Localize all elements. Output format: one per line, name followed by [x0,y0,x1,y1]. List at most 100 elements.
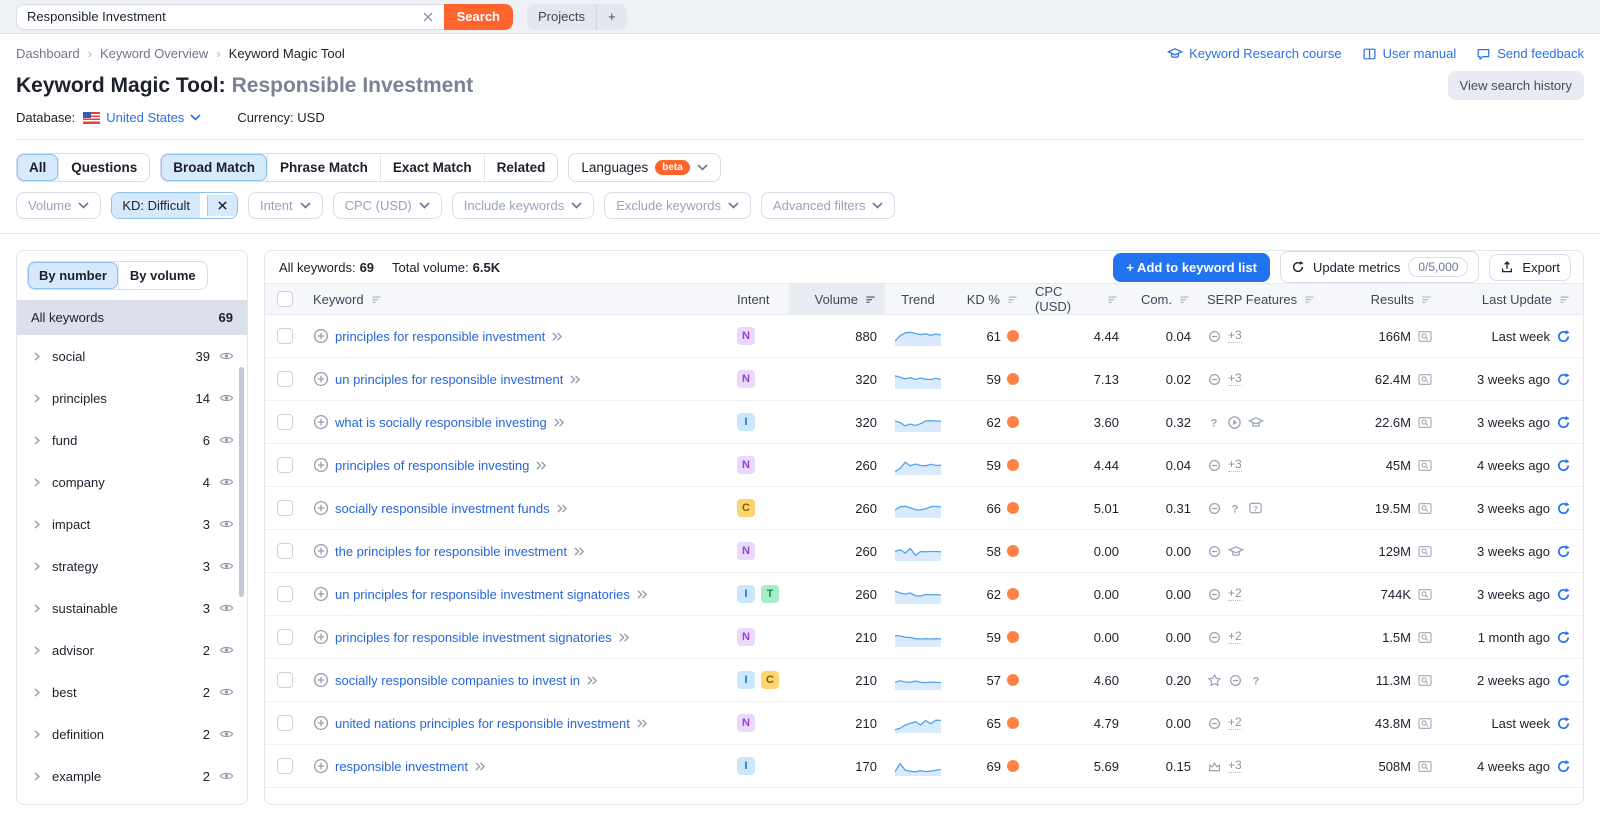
add-keyword-plus-icon[interactable] [313,629,329,645]
column-header-kd[interactable]: KD % [951,292,1027,307]
tab-broad-match[interactable]: Broad Match [161,154,267,181]
keyword-group-social[interactable]: social 39 [17,335,247,377]
sort-icon[interactable] [1106,293,1119,306]
eye-icon[interactable] [219,770,234,782]
column-header-serp[interactable]: SERP Features [1199,292,1331,307]
filter-volume[interactable]: Volume [16,192,101,219]
view-serp-icon[interactable] [1417,544,1433,559]
serp-more-features[interactable]: +2 [1228,630,1242,645]
add-keyword-plus-icon[interactable] [313,715,329,731]
tab-phrase-match[interactable]: Phrase Match [267,154,380,181]
add-to-keyword-list-button[interactable]: + Add to keyword list [1113,253,1270,282]
sort-icon[interactable] [1303,293,1316,306]
refresh-row-icon[interactable] [1556,673,1571,688]
keyword-link[interactable]: socially responsible companies to invest… [335,673,580,688]
sort-icon[interactable] [1420,293,1433,306]
tab-by-number[interactable]: By number [28,262,118,289]
keyword-link[interactable]: principles for responsible investment si… [335,630,612,645]
add-keyword-plus-icon[interactable] [313,672,329,688]
view-serp-icon[interactable] [1417,329,1433,344]
row-checkbox[interactable] [277,715,293,731]
keyword-group-strategy[interactable]: strategy 3 [17,545,247,587]
view-serp-icon[interactable] [1417,630,1433,645]
eye-icon[interactable] [219,350,234,362]
add-keyword-plus-icon[interactable] [313,500,329,516]
filter-include-keywords[interactable]: Include keywords [452,192,594,219]
clear-filter-icon[interactable] [207,195,237,216]
keyword-link[interactable]: principles for responsible investment [335,329,545,344]
expand-keyword-chevrons-icon[interactable] [553,417,566,428]
eye-icon[interactable] [219,728,234,740]
row-checkbox[interactable] [277,672,293,688]
keyword-link[interactable]: united nations principles for responsibl… [335,716,630,731]
tab-related[interactable]: Related [484,154,558,181]
view-serp-icon[interactable] [1417,415,1433,430]
sort-icon[interactable] [1006,293,1019,306]
serp-more-features[interactable]: +2 [1228,716,1242,731]
sidebar-scrollbar[interactable] [239,367,244,597]
refresh-row-icon[interactable] [1556,329,1571,344]
row-checkbox[interactable] [277,758,293,774]
column-header-kw[interactable]: Keyword [305,292,729,307]
keyword-link[interactable]: the principles for responsible investmen… [335,544,567,559]
keyword-link[interactable]: un principles for responsible investment… [335,587,630,602]
keyword-group-example[interactable]: example 2 [17,755,247,797]
expand-keyword-chevrons-icon[interactable] [636,589,649,600]
sort-icon[interactable] [1178,293,1191,306]
add-keyword-plus-icon[interactable] [313,328,329,344]
row-checkbox[interactable] [277,371,293,387]
column-header-cpc[interactable]: CPC (USD) [1027,284,1127,314]
view-serp-icon[interactable] [1417,759,1433,774]
refresh-row-icon[interactable] [1556,458,1571,473]
expand-keyword-chevrons-icon[interactable] [636,718,649,729]
tab-exact-match[interactable]: Exact Match [380,154,484,181]
refresh-row-icon[interactable] [1556,759,1571,774]
sort-icon[interactable] [1558,293,1571,306]
view-search-history-button[interactable]: View search history [1448,71,1584,100]
view-serp-icon[interactable] [1417,501,1433,516]
row-checkbox[interactable] [277,543,293,559]
column-header-vol[interactable]: Volume [789,284,885,314]
column-header-upd[interactable]: Last Update [1441,292,1583,307]
expand-keyword-chevrons-icon[interactable] [618,632,631,643]
expand-keyword-chevrons-icon[interactable] [535,460,548,471]
view-serp-icon[interactable] [1417,587,1433,602]
keyword-link[interactable]: responsible investment [335,759,468,774]
eye-icon[interactable] [219,392,234,404]
filter-cpc-usd-[interactable]: CPC (USD) [333,192,442,219]
tab-all[interactable]: All [17,154,58,181]
expand-keyword-chevrons-icon[interactable] [569,374,582,385]
filter-intent[interactable]: Intent [248,192,323,219]
export-button[interactable]: Export [1489,254,1571,281]
keyword-group-principles[interactable]: principles 14 [17,377,247,419]
eye-icon[interactable] [219,434,234,446]
refresh-row-icon[interactable] [1556,372,1571,387]
filter-exclude-keywords[interactable]: Exclude keywords [604,192,751,219]
keyword-link[interactable]: un principles for responsible investment [335,372,563,387]
keyword-group-best[interactable]: best 2 [17,671,247,713]
refresh-row-icon[interactable] [1556,544,1571,559]
keyword-link[interactable]: socially responsible investment funds [335,501,550,516]
expand-keyword-chevrons-icon[interactable] [556,503,569,514]
serp-more-features[interactable]: +3 [1228,372,1242,387]
eye-icon[interactable] [219,644,234,656]
filter-kd-difficult[interactable]: KD: Difficult [111,192,238,219]
view-serp-icon[interactable] [1417,716,1433,731]
breadcrumb-dashboard[interactable]: Dashboard [16,46,80,61]
new-project-button[interactable]: + [596,4,627,30]
row-checkbox[interactable] [277,500,293,516]
row-checkbox[interactable] [277,629,293,645]
serp-more-features[interactable]: +3 [1228,329,1242,344]
add-keyword-plus-icon[interactable] [313,371,329,387]
expand-keyword-chevrons-icon[interactable] [573,546,586,557]
add-keyword-plus-icon[interactable] [313,758,329,774]
clear-search-icon[interactable] [422,11,434,23]
keyword-group-sustainable[interactable]: sustainable 3 [17,587,247,629]
projects-button[interactable]: Projects [527,4,596,30]
all-keywords-row[interactable]: All keywords69 [17,300,247,335]
column-header-com[interactable]: Com. [1127,292,1199,307]
keyword-group-company[interactable]: company 4 [17,461,247,503]
add-keyword-plus-icon[interactable] [313,543,329,559]
sort-icon[interactable] [370,293,383,306]
refresh-row-icon[interactable] [1556,630,1571,645]
